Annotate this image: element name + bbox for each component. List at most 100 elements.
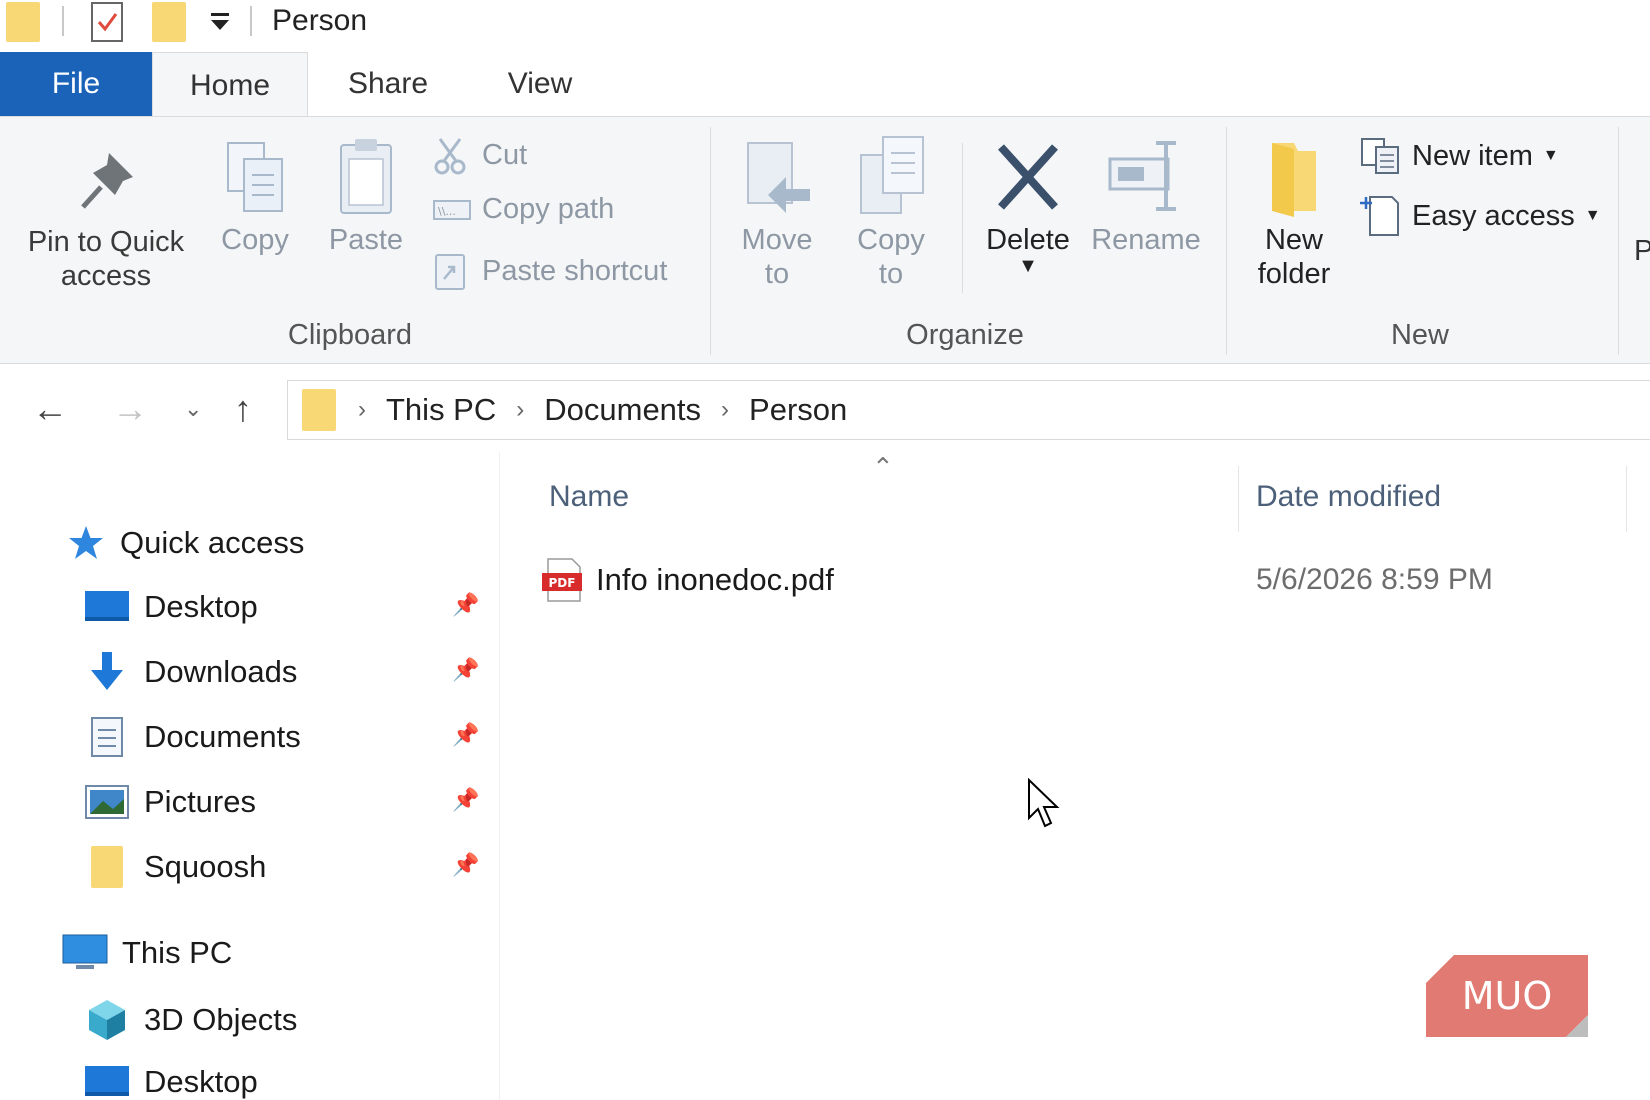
easy-access-dropdown-arrow: ▼ (1584, 207, 1601, 224)
copy-button[interactable]: Copy (210, 137, 300, 257)
muo-logo-text: MUO (1462, 974, 1553, 1018)
nav-item-pictures[interactable]: Pictures (84, 777, 256, 827)
pdf-icon-text: PDF (549, 576, 576, 590)
nav-item-3d-objects[interactable]: 3D Objects (84, 995, 297, 1045)
breadcrumb-documents[interactable]: Documents (544, 392, 701, 428)
file-name: Info inonedoc.pdf (596, 562, 834, 597)
pin-icon[interactable]: 📌 (452, 657, 479, 683)
nav-item-label: Desktop (144, 589, 258, 624)
breadcrumb-separator[interactable]: › (721, 396, 729, 424)
pin-icon[interactable]: 📌 (452, 722, 479, 748)
pin-icon[interactable]: 📌 (452, 852, 479, 878)
nav-item-label: Pictures (144, 784, 256, 819)
new-group-label: New (1390, 319, 1449, 351)
tab-view[interactable]: View (470, 52, 610, 116)
organize-group-label: Organize (906, 319, 1024, 351)
clipboard-group-label: Clipboard (287, 319, 413, 351)
quick-access-separator (62, 6, 64, 36)
easy-access-icon (1360, 196, 1399, 236)
pdf-file-icon: PDF (542, 558, 582, 602)
copy-path-button[interactable]: \\... Copy path (432, 193, 614, 226)
copy-to-label-line1: Copy (857, 224, 925, 256)
mouse-cursor-icon (1028, 778, 1060, 828)
this-pc-icon (62, 930, 108, 976)
nav-item-desktop[interactable]: Desktop (84, 582, 258, 632)
copy-to-label-line2: to (878, 258, 904, 290)
downloads-icon (84, 649, 130, 695)
tab-share[interactable]: Share (318, 52, 458, 116)
column-header-name[interactable]: Name (549, 480, 629, 514)
up-arrow-icon[interactable]: ↑ (234, 388, 252, 430)
pin-icon (81, 153, 133, 209)
easy-access-button[interactable]: Easy access ▼ (1358, 193, 1601, 239)
copy-icon (227, 142, 283, 212)
delete-icon (998, 144, 1058, 210)
nav-quick-access-label: Quick access (120, 525, 305, 560)
tab-home[interactable]: Home (152, 52, 308, 118)
new-folder-icon[interactable] (152, 2, 186, 42)
column-divider[interactable] (1626, 466, 1627, 532)
address-folder-icon (302, 389, 336, 431)
folder-icon[interactable] (6, 2, 40, 42)
delete-dropdown-arrow: ▼ (1018, 255, 1038, 277)
nav-item-squoosh[interactable]: Squoosh (84, 842, 266, 892)
navigation-pane: Quick access Desktop 📌 Downloads 📌 Docum… (0, 452, 500, 1100)
back-arrow-icon[interactable]: ← (32, 388, 68, 430)
copy-path-label: Copy path (482, 193, 615, 225)
table-row[interactable]: PDF Info inonedoc.pdf 5/6/2026 8:59 PM (540, 552, 1650, 608)
column-divider[interactable] (1238, 466, 1239, 532)
scissors-icon (434, 138, 466, 175)
svg-text:\\...: \\... (438, 205, 456, 218)
file-date-modified: 5/6/2026 8:59 PM (1256, 563, 1493, 596)
customize-quick-access-icon[interactable] (208, 10, 232, 34)
ribbon-home: Pin to Quick access Copy Paste Cut \\...… (0, 116, 1650, 364)
desktop-icon (84, 584, 130, 630)
ribbon-tabs: File Home Share View (0, 52, 1650, 118)
move-to-button[interactable]: Move to (734, 137, 820, 291)
paste-shortcut-label: Paste shortcut (482, 254, 668, 287)
breadcrumb-separator[interactable]: › (358, 396, 366, 424)
new-folder-label-line2: folder (1257, 258, 1331, 290)
pin-label-line2: access (60, 260, 152, 292)
cut-label: Cut (482, 138, 528, 171)
address-bar[interactable]: › This PC › Documents › Person (287, 380, 1650, 440)
copy-to-button[interactable]: Copy to (848, 133, 934, 291)
forward-arrow-icon[interactable]: → (112, 388, 148, 430)
nav-item-desktop-pc[interactable]: Desktop (84, 1057, 258, 1100)
paste-button[interactable]: Paste (318, 137, 414, 257)
paste-shortcut-button[interactable]: Paste shortcut (432, 251, 667, 291)
tab-file[interactable]: File (0, 52, 152, 116)
new-folder-button[interactable]: New folder (1244, 137, 1344, 291)
new-item-icon (1361, 138, 1399, 174)
nav-item-label: 3D Objects (144, 1002, 298, 1037)
new-folder-label-line1: New (1264, 224, 1323, 256)
new-item-label: New item (1412, 139, 1533, 172)
nav-item-documents[interactable]: Documents (84, 712, 301, 762)
nav-quick-access[interactable]: Quick access (66, 518, 304, 568)
folder-icon (84, 844, 130, 890)
navigation-bar: ← → ⌄ ↑ › This PC › Documents › Person (0, 372, 1650, 452)
pin-icon[interactable]: 📌 (452, 787, 479, 813)
breadcrumb-this-pc[interactable]: This PC (386, 392, 496, 428)
ribbon-separator (710, 127, 711, 355)
breadcrumb-person[interactable]: Person (749, 392, 847, 428)
move-to-label-line2: to (764, 258, 790, 290)
pin-label-line1: Pin to Quick (27, 226, 185, 258)
paste-icon (340, 139, 392, 214)
pin-to-quick-access-button[interactable]: Pin to Quick access (14, 145, 198, 293)
nav-this-pc[interactable]: This PC (62, 928, 232, 978)
nav-item-downloads[interactable]: Downloads (84, 647, 297, 697)
column-header-date-modified[interactable]: Date modified (1256, 480, 1441, 514)
3d-objects-icon (84, 997, 130, 1043)
properties-icon[interactable] (90, 2, 124, 42)
rename-button[interactable]: Rename (1088, 137, 1204, 257)
delete-button[interactable]: Delete ▼ (978, 137, 1078, 277)
paste-label: Paste (328, 224, 404, 256)
pin-icon[interactable]: 📌 (452, 592, 479, 618)
cut-button[interactable]: Cut (432, 135, 527, 175)
recent-locations-chevron-icon[interactable]: ⌄ (184, 396, 202, 422)
open-group-clipped[interactable]: P (1634, 235, 1650, 268)
new-item-button[interactable]: New item ▼ (1358, 135, 1559, 177)
desktop-icon (84, 1059, 130, 1100)
breadcrumb-separator[interactable]: › (516, 396, 524, 424)
